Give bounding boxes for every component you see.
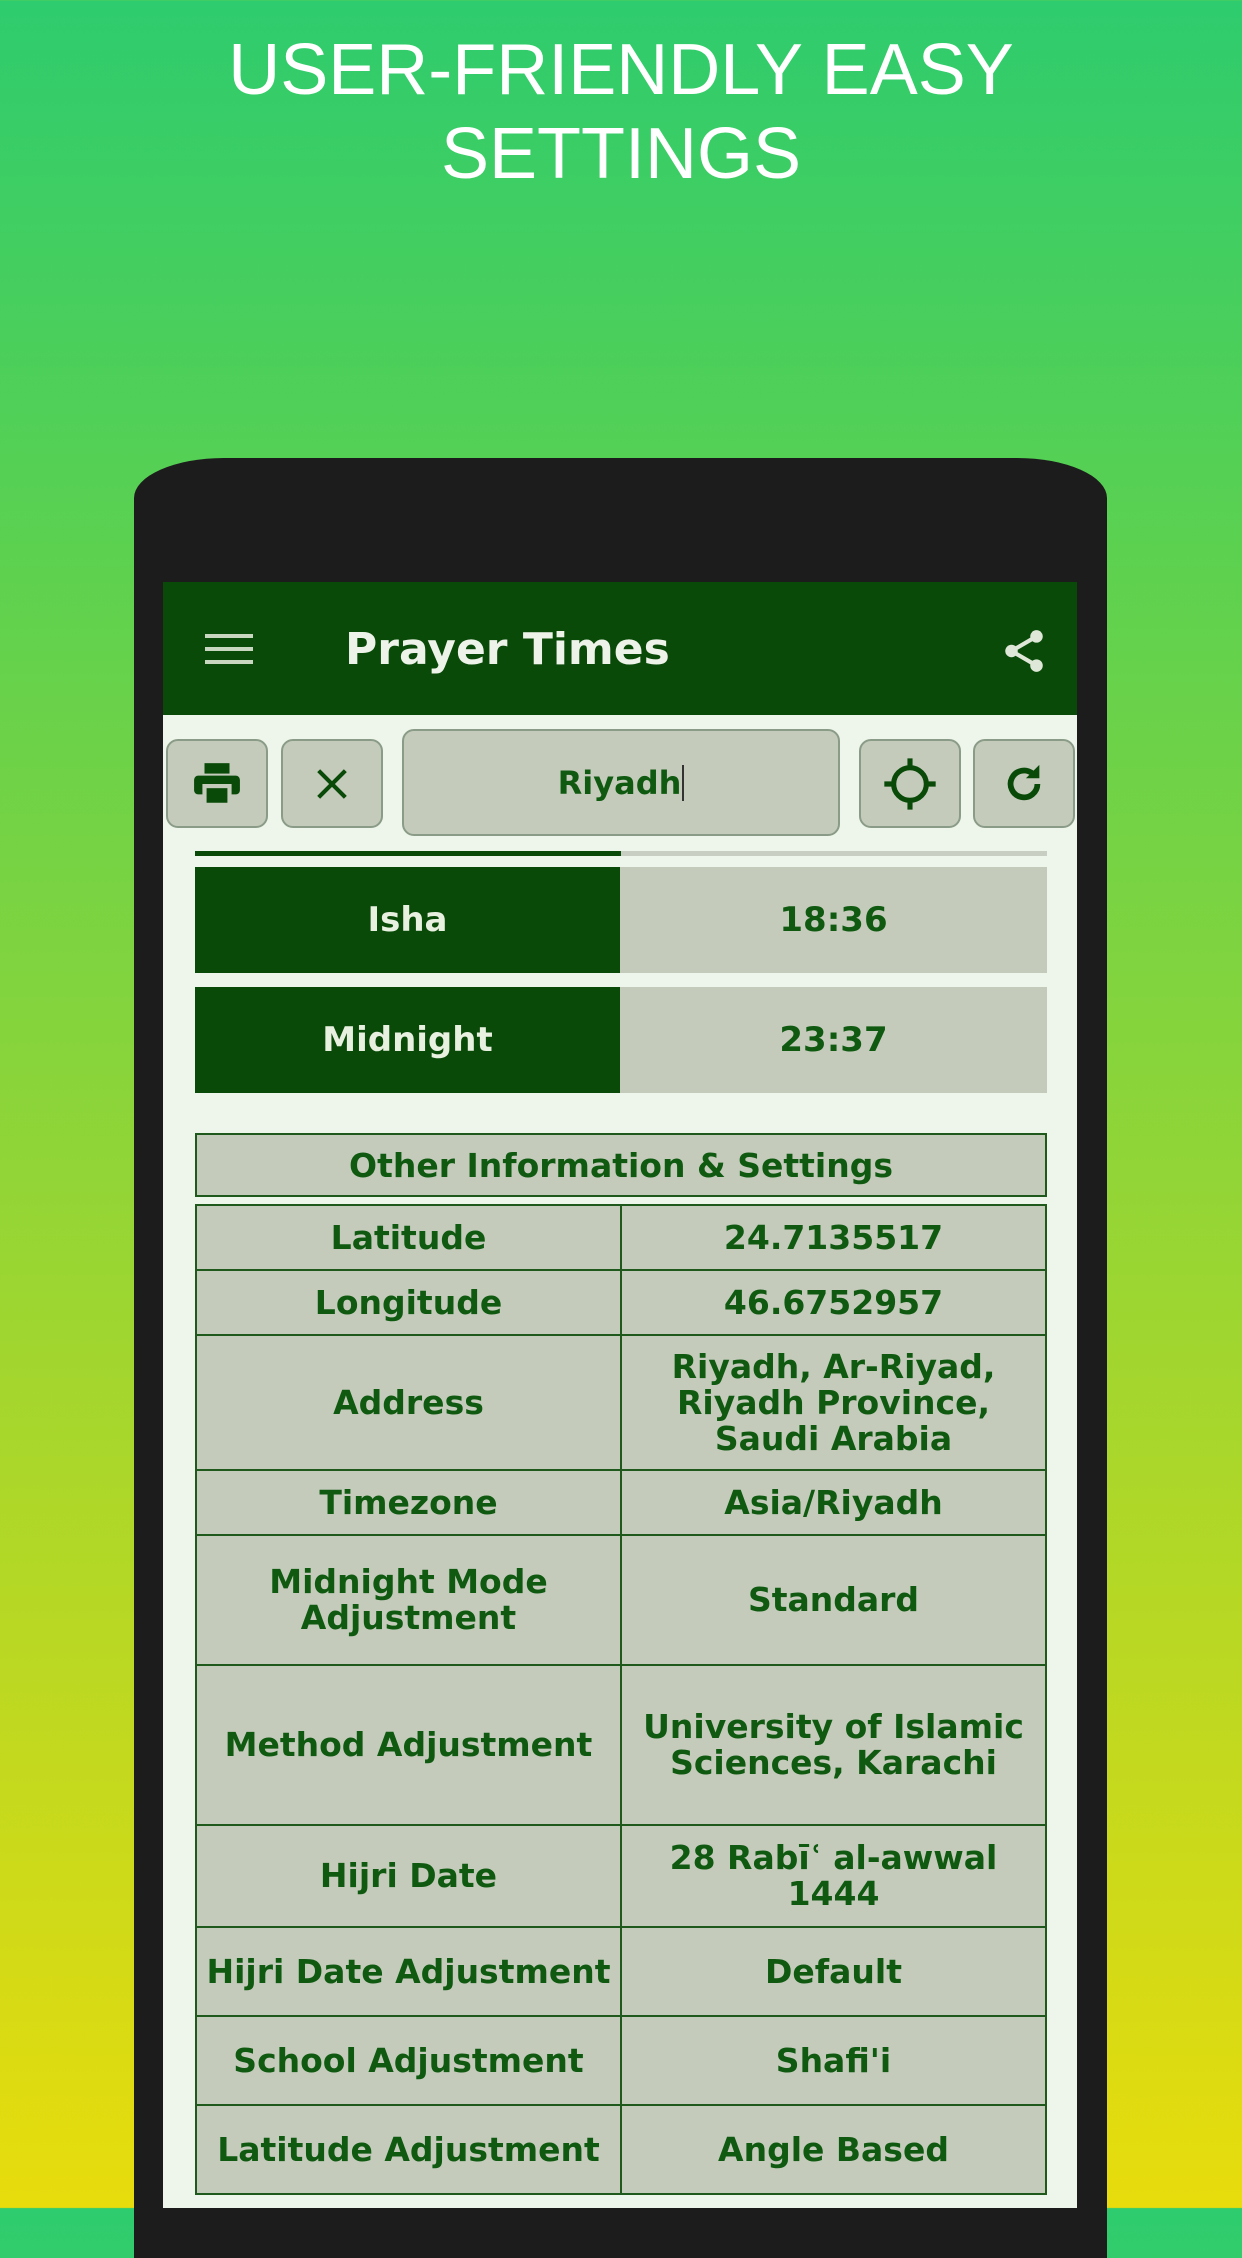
row-label: Midnight Mode Adjustment	[195, 1534, 622, 1666]
row-value: 24.7135517	[620, 1204, 1047, 1271]
share-icon[interactable]	[999, 626, 1049, 676]
row-value: 28 Rabīʿ al-awwal 1444	[620, 1824, 1047, 1928]
row-value: University of Islamic Sciences, Karachi	[620, 1664, 1047, 1826]
row-value: Asia/Riyadh	[620, 1469, 1047, 1536]
table-row: Hijri Date Adjustment Default	[195, 1926, 1047, 2017]
row-label: Address	[195, 1334, 622, 1471]
progress-fill	[195, 851, 621, 856]
row-value: Shafi'i	[620, 2015, 1047, 2106]
app-screen: Prayer Times Riyadh Isha 18:36 Midnight …	[163, 582, 1077, 2208]
row-value: Standard	[620, 1534, 1047, 1666]
app-title: Prayer Times	[345, 624, 670, 675]
headline-line-1: USER-FRIENDLY EASY	[228, 30, 1014, 110]
print-icon	[194, 762, 240, 807]
prayer-time: 18:36	[620, 867, 1047, 973]
headline-line-2: SETTINGS	[440, 114, 802, 194]
row-label: Hijri Date Adjustment	[195, 1926, 622, 2017]
row-label: Longitude	[195, 1269, 622, 1336]
city-search-input[interactable]: Riyadh	[402, 729, 840, 836]
prayer-name: Midnight	[195, 987, 620, 1093]
row-label: Timezone	[195, 1469, 622, 1536]
table-row: Address Riyadh, Ar-Riyad, Riyadh Province…	[195, 1334, 1047, 1471]
table-row: Method Adjustment University of Islamic S…	[195, 1664, 1047, 1826]
table-row: Timezone Asia/Riyadh	[195, 1469, 1047, 1536]
row-label: Latitude Adjustment	[195, 2104, 622, 2195]
info-header: Other Information & Settings	[195, 1133, 1047, 1197]
table-row: Latitude 24.7135517	[195, 1204, 1047, 1271]
refresh-button[interactable]	[973, 739, 1075, 828]
row-value: Default	[620, 1926, 1047, 2017]
row-label: Hijri Date	[195, 1824, 622, 1928]
row-value: 46.6752957	[620, 1269, 1047, 1336]
hamburger-icon[interactable]	[205, 634, 253, 664]
clear-button[interactable]	[281, 739, 383, 828]
refresh-icon	[1007, 764, 1041, 800]
locate-button[interactable]	[859, 739, 961, 828]
info-table: Latitude 24.7135517 Longitude 46.6752957 A…	[195, 1204, 1047, 2195]
row-label: Method Adjustment	[195, 1664, 622, 1826]
row-label: Latitude	[195, 1204, 622, 1271]
table-row: Latitude Adjustment Angle Based	[195, 2104, 1047, 2195]
table-row: School Adjustment Shafi'i	[195, 2015, 1047, 2106]
text-caret	[682, 764, 685, 801]
app-bar: Prayer Times	[163, 582, 1077, 715]
prayer-row-isha: Isha 18:36	[195, 867, 1047, 973]
print-button[interactable]	[166, 739, 268, 828]
prayer-row-midnight: Midnight 23:37	[195, 987, 1047, 1093]
table-row: Midnight Mode Adjustment Standard	[195, 1534, 1047, 1666]
row-label: School Adjustment	[195, 2015, 622, 2106]
promo-headline: USER-FRIENDLY EASY SETTINGS	[0, 28, 1242, 196]
prayer-time: 23:37	[620, 987, 1047, 1093]
table-row: Longitude 46.6752957	[195, 1269, 1047, 1336]
close-icon	[317, 768, 347, 799]
progress-bar	[195, 851, 1047, 856]
gps-crosshair-icon	[884, 757, 936, 810]
search-value: Riyadh	[557, 763, 682, 802]
row-value: Angle Based	[620, 2104, 1047, 2195]
row-value: Riyadh, Ar-Riyad, Riyadh Province, Saudi…	[620, 1334, 1047, 1471]
prayer-name: Isha	[195, 867, 620, 973]
table-row: Hijri Date 28 Rabīʿ al-awwal 1444	[195, 1824, 1047, 1928]
